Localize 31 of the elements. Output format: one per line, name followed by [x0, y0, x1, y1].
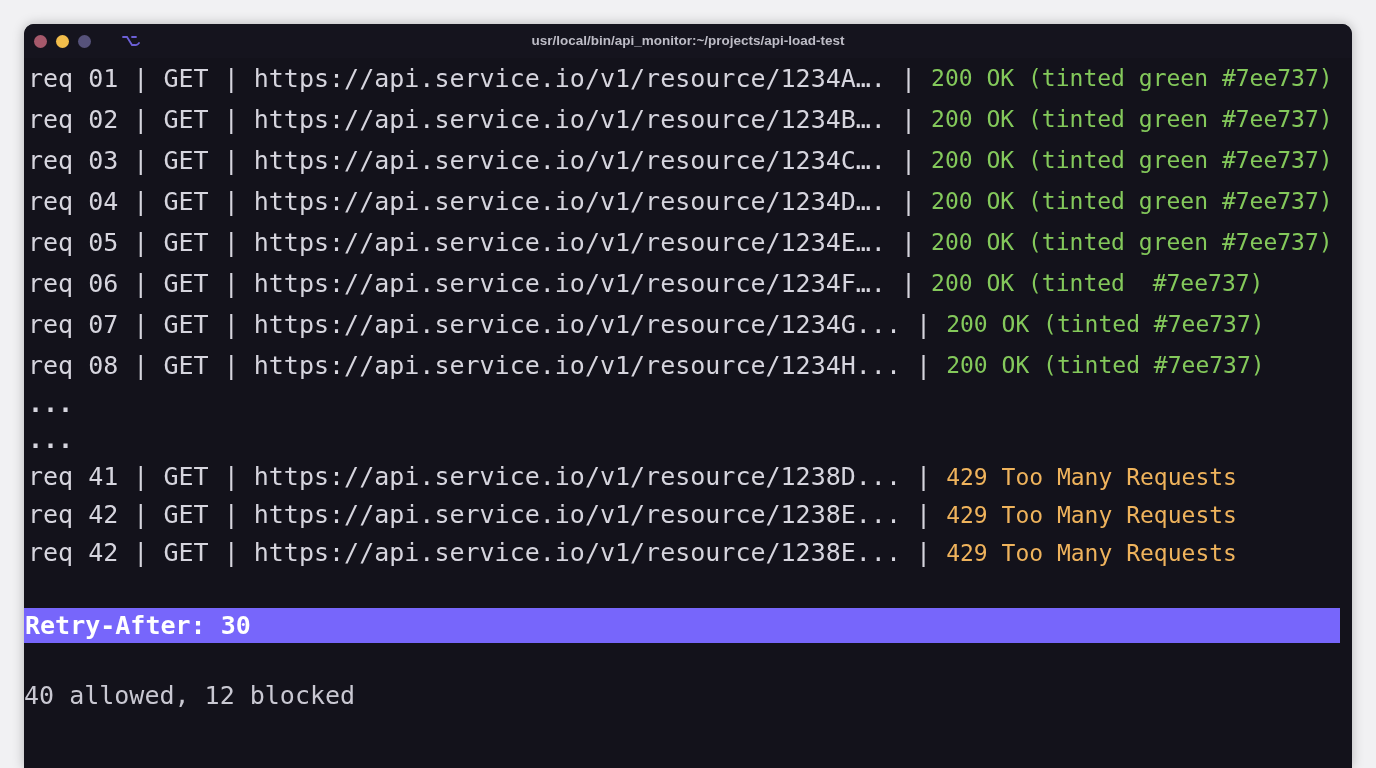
minimize-button[interactable] — [56, 34, 69, 48]
request-text: req 04 | GET | https://api.service.io/v1/resource/1234D…. | — [28, 185, 917, 218]
ellipsis-text: ... — [28, 424, 74, 457]
request-text: req 05 | GET | https://api.service.io/v1/resource/1234E…. | — [28, 226, 917, 259]
request-text: req 02 | GET | https://api.service.io/v1/resource/1234B…. | — [28, 103, 917, 136]
request-text: req 03 | GET | https://api.service.io/v1/resource/1234C…. | — [28, 144, 917, 177]
close-button[interactable] — [34, 34, 47, 48]
status-text: 200 OK (tinted green #7ee737) — [931, 64, 1333, 94]
request-text: req 07 | GET | https://api.service.io/v1/resource/1234G... | — [28, 308, 932, 341]
status-text: 429 Too Many Requests — [946, 500, 1237, 530]
option-key-icon — [122, 35, 140, 47]
request-text: req 42 | GET | https://api.service.io/v1/resource/1238E... | — [28, 499, 932, 532]
request-text: req 42 | GET | https://api.service.io/v1/resource/1238E... | — [28, 537, 932, 570]
request-text: req 41 | GET | https://api.service.io/v1/resource/1238D... | — [28, 461, 932, 494]
window-title: usr/local/bin/api_monitor:~/projects/api-load-test — [531, 31, 845, 50]
status-text: 200 OK (tinted green #7ee737) — [931, 146, 1333, 176]
ellipsis-text: ... — [28, 388, 74, 421]
status-text: 200 OK (tinted #7ee737) — [946, 310, 1265, 340]
status-text: 200 OK (tinted #7ee737) — [931, 269, 1264, 299]
status-text: 200 OK (tinted green #7ee737) — [931, 187, 1333, 217]
status-text: 429 Too Many Requests — [946, 538, 1237, 568]
maximize-button[interactable] — [78, 34, 91, 48]
status-text: 200 OK (tinted #7ee737) — [946, 351, 1265, 381]
request-text: req 01 | GET | https://api.service.io/v1/resource/1234A…. | — [28, 62, 917, 95]
request-text: req 08 | GET | https://api.service.io/v1/resource/1234H... | — [28, 349, 932, 382]
status-text: 200 OK (tinted green #7ee737) — [931, 228, 1333, 258]
status-text: 200 OK (tinted green #7ee737) — [931, 105, 1333, 135]
status-text: 429 Too Many Requests — [946, 462, 1237, 492]
summary-text: 40 allowed, 12 blocked — [24, 680, 356, 713]
retry-after-banner: Retry-After: 30 — [24, 608, 1340, 643]
request-text: req 06 | GET | https://api.service.io/v1/resource/1234F…. | — [28, 267, 917, 300]
